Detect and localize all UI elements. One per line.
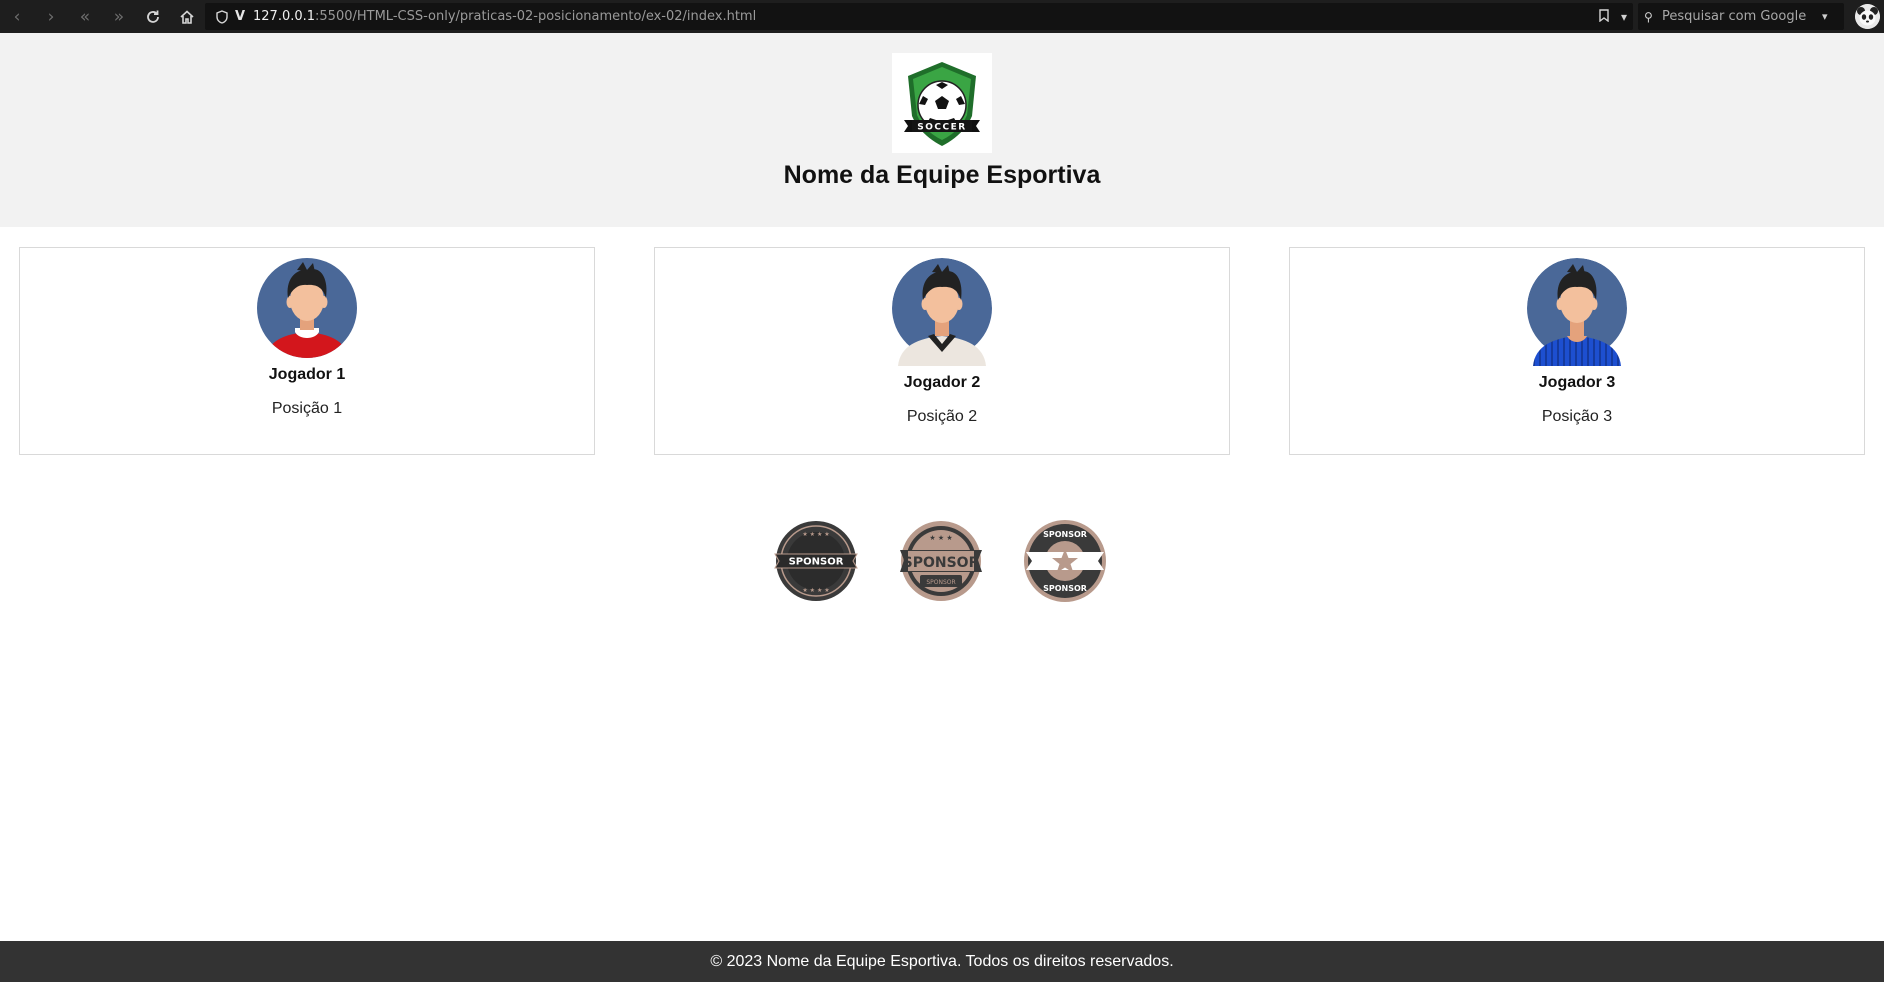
profile-avatar-icon[interactable] — [1855, 4, 1880, 29]
player-name: Jogador 1 — [268, 366, 346, 383]
svg-text:★ ★ ★ ★: ★ ★ ★ ★ — [802, 531, 829, 538]
player-card: Jogador 3 Posição 3 — [1289, 247, 1865, 455]
shield-icon[interactable] — [213, 8, 231, 26]
rewind-icon[interactable]: « — [68, 0, 102, 33]
svg-text:SOCCER: SOCCER — [917, 123, 966, 133]
forward-icon[interactable]: › — [34, 0, 68, 33]
player-name: Jogador 3 — [1538, 374, 1616, 391]
svg-text:★ ★ ★ ★: ★ ★ ★ ★ — [802, 587, 829, 594]
dropdown-icon[interactable]: ▾ — [1621, 10, 1627, 24]
page-header: SOCCER Nome da Equipe Esportiva — [0, 33, 1884, 227]
page-title: Nome da Equipe Esportiva — [783, 161, 1101, 189]
svg-text:SPONSOR: SPONSOR — [926, 579, 955, 586]
player-avatar-icon — [1527, 258, 1627, 366]
svg-text:SPONSOR: SPONSOR — [789, 557, 844, 568]
player-cards: Jogador 1 Posição 1 Jogador 2 Posição 2 — [0, 247, 1884, 455]
fast-forward-icon[interactable]: » — [102, 0, 136, 33]
player-avatar-icon — [892, 258, 992, 366]
team-logo: SOCCER — [892, 53, 992, 153]
svg-text:SPONSOR: SPONSOR — [903, 555, 980, 571]
svg-text:SPONSOR: SPONSOR — [1043, 584, 1087, 593]
page-footer: © 2023 Nome da Equipe Esportiva. Todos o… — [0, 941, 1884, 982]
player-name: Jogador 2 — [903, 374, 981, 391]
reload-icon[interactable] — [136, 0, 170, 33]
search-input[interactable] — [1662, 9, 1822, 24]
sponsor-badge-icon: ★ ★ ★ ★ ★ ★ ★ ★ SPONSOR — [774, 521, 858, 601]
search-bar[interactable]: ⚲ ▾ — [1638, 3, 1844, 30]
bookmark-icon[interactable] — [1599, 8, 1609, 25]
url-text[interactable]: 127.0.0.1:5500/HTML-CSS-only/praticas-02… — [253, 9, 756, 24]
soccer-logo-icon: SOCCER — [904, 62, 980, 146]
back-icon[interactable]: ‹ — [0, 0, 34, 33]
player-position: Posição 3 — [1541, 408, 1613, 425]
home-icon[interactable] — [170, 0, 204, 33]
sponsor-badge-icon: ★ ★ ★ SPONSOR SPONSOR — [900, 521, 982, 601]
browser-toolbar: ‹ › « » V 127.0.0.1:5500/HTML-CSS-only/p… — [0, 0, 1884, 33]
svg-text:★ ★ ★: ★ ★ ★ — [929, 534, 952, 542]
extension-v-icon[interactable]: V — [231, 9, 249, 24]
player-card: Jogador 2 Posição 2 — [654, 247, 1230, 455]
copyright-text: © 2023 Nome da Equipe Esportiva. Todos o… — [710, 953, 1174, 970]
sponsor-badge-icon: SPONSOR SPONSOR — [1024, 520, 1106, 602]
search-icon: ⚲ — [1644, 9, 1653, 24]
address-bar[interactable]: V 127.0.0.1:5500/HTML-CSS-only/praticas-… — [205, 3, 1633, 30]
player-card: Jogador 1 Posição 1 — [19, 247, 595, 455]
player-position: Posição 1 — [271, 400, 343, 417]
player-position: Posição 2 — [906, 408, 978, 425]
sponsors-section: ★ ★ ★ ★ ★ ★ ★ ★ SPONSOR ★ ★ ★ SPONSOR SP… — [0, 518, 1884, 604]
search-dropdown-icon[interactable]: ▾ — [1822, 10, 1828, 23]
player-avatar-icon — [257, 258, 357, 358]
svg-text:SPONSOR: SPONSOR — [1043, 530, 1087, 539]
